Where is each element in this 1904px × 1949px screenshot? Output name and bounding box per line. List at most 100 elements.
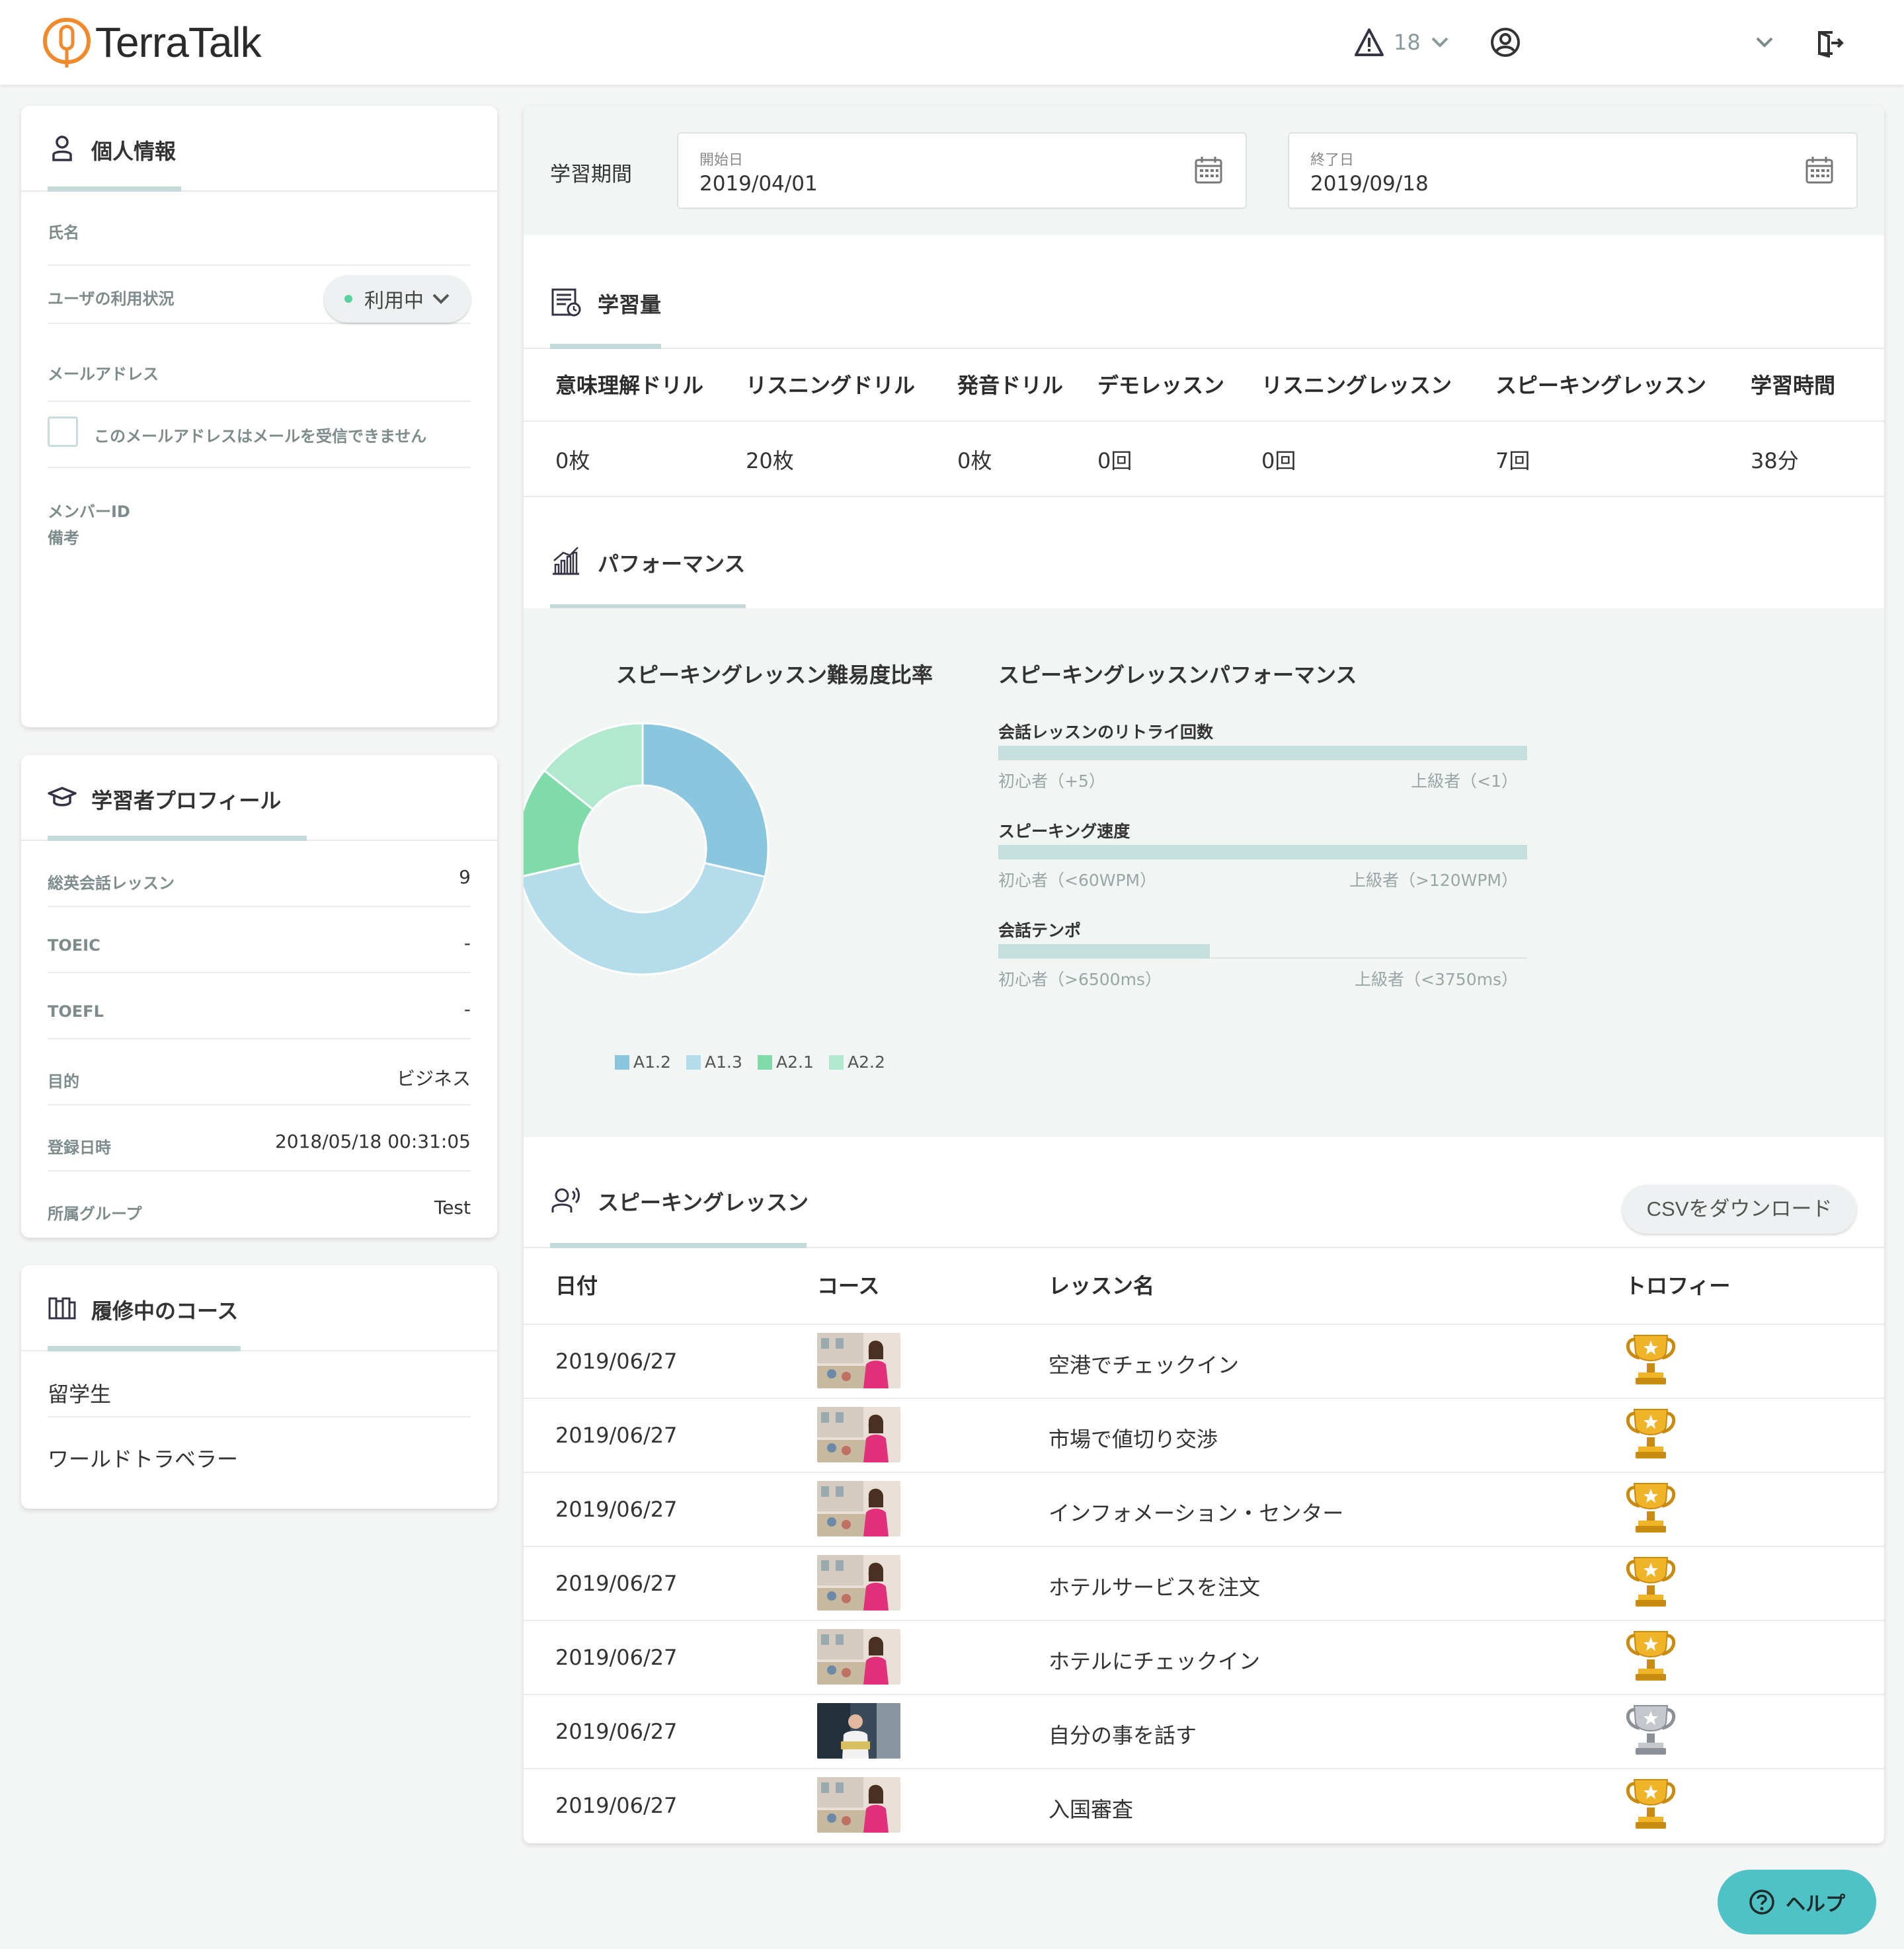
lesson-date: 2019/06/27 xyxy=(555,1571,678,1596)
course-item[interactable]: 留学生 xyxy=(48,1351,471,1417)
gold-trophy-icon xyxy=(1626,1409,1675,1458)
performance-bar-label: スピーキング速度 xyxy=(998,822,1130,841)
personal-info-header: 個人情報 xyxy=(21,106,497,192)
donut-slice-A1.2[interactable] xyxy=(641,722,770,879)
volume-column-header: リスニングレッスン xyxy=(1261,373,1452,398)
legend-swatch xyxy=(829,1054,844,1070)
graduation-cap-icon xyxy=(48,787,77,807)
lesson-date: 2019/06/27 xyxy=(555,1793,678,1818)
donut-slice-A1.3[interactable] xyxy=(524,861,767,976)
warning-icon xyxy=(1355,28,1384,56)
learning-volume-header: 学習量 xyxy=(524,257,1884,349)
csv-download-button[interactable]: CSVをダウンロード xyxy=(1622,1185,1856,1234)
profile-row-value: 9 xyxy=(459,866,471,888)
study-period-label: 学習期間 xyxy=(550,163,632,186)
traveler-course-thumbnail xyxy=(817,1407,900,1462)
volume-column-header: 学習時間 xyxy=(1751,373,1836,398)
lesson-column-header: コース xyxy=(817,1273,880,1298)
row-divider xyxy=(524,420,1884,422)
lesson-row[interactable]: 2019/06/27 ホテルサービスを注文 xyxy=(524,1547,1884,1621)
performance-bar-label: 会話レッスンのリトライ回数 xyxy=(998,723,1214,742)
speaking-lessons-title: スピーキングレッスン xyxy=(598,1190,809,1215)
profile-row-label: TOEIC xyxy=(48,936,100,955)
speaking-performance-title: スピーキングレッスンパフォーマンス xyxy=(998,662,1357,688)
volume-value: 0枚 xyxy=(957,448,992,473)
lesson-date: 2019/06/27 xyxy=(555,1349,678,1374)
legend-item: A2.1 xyxy=(758,1053,814,1072)
end-date-field[interactable]: 終了日 2019/09/18 xyxy=(1288,132,1858,209)
status-label: ユーザの利用状況 xyxy=(48,290,175,308)
profile-row-value: - xyxy=(463,998,471,1020)
legend-swatch xyxy=(686,1054,701,1070)
performance-bar-high: 上級者（>120WPM） xyxy=(1349,871,1518,890)
profile-row-value: ビジネス xyxy=(396,1068,471,1090)
legend-label: A2.1 xyxy=(776,1053,814,1072)
performance-bar-fill xyxy=(998,845,1527,859)
title-underline xyxy=(48,186,181,192)
bar-chart-icon xyxy=(553,547,579,575)
lesson-date: 2019/06/27 xyxy=(555,1497,678,1522)
lesson-row[interactable]: 2019/06/27 自分の事を話す xyxy=(524,1695,1884,1769)
gold-trophy-icon xyxy=(1626,1483,1675,1532)
volume-value: 38分 xyxy=(1751,448,1799,473)
profile-row-value: Test xyxy=(434,1197,471,1218)
lesson-date: 2019/06/27 xyxy=(555,1719,678,1744)
lesson-name: 市場で値切り交渉 xyxy=(1049,1427,1218,1452)
user-menu-button[interactable] xyxy=(1490,24,1521,61)
profile-row-label: 総英会話レッスン xyxy=(48,874,175,893)
study-period-bar: 学習期間 開始日 2019/04/01 終了日 2019/09/18 xyxy=(524,106,1884,235)
lesson-name: 自分の事を話す xyxy=(1049,1723,1197,1748)
help-label: ヘルプ xyxy=(1786,1893,1845,1916)
course-name[interactable]: ワールドトラベラー xyxy=(48,1443,238,1473)
lesson-date: 2019/06/27 xyxy=(555,1423,678,1448)
legend-label: A2.2 xyxy=(848,1053,885,1072)
legend-label: A1.2 xyxy=(633,1053,671,1072)
logout-button[interactable] xyxy=(1814,24,1844,61)
business-course-thumbnail xyxy=(817,1703,900,1759)
title-underline xyxy=(550,344,661,349)
performance-bar-high: 上級者（<3750ms） xyxy=(1355,970,1518,989)
silver-trophy-icon xyxy=(1626,1705,1675,1755)
alerts-dropdown[interactable]: 18 xyxy=(1354,24,1450,61)
name-row: 氏名 xyxy=(48,219,471,266)
chevron-down-icon xyxy=(432,294,450,304)
report-icon xyxy=(551,288,581,317)
calendar-icon[interactable] xyxy=(1194,155,1223,185)
performance-header: パフォーマンス xyxy=(524,516,1884,610)
lesson-row[interactable]: 2019/06/27 ホテルにチェックイン xyxy=(524,1621,1884,1695)
email-optout-checkbox[interactable] xyxy=(48,417,78,447)
terratalk-logo[interactable]: TerraTalk xyxy=(41,16,262,69)
end-date-label: 終了日 xyxy=(1310,152,1355,169)
gold-trophy-icon xyxy=(1626,1779,1675,1829)
learner-profile-title: 学習者プロフィール xyxy=(91,788,282,813)
email-label: メールアドレス xyxy=(48,365,159,383)
volume-column-header: 発音ドリル xyxy=(957,373,1064,398)
lesson-row[interactable]: 2019/06/27 入国審査 xyxy=(524,1769,1884,1843)
brand-name: TerraTalk xyxy=(95,19,262,66)
legend-item: A1.3 xyxy=(686,1053,742,1072)
volume-column-header: デモレッスン xyxy=(1097,373,1225,398)
profile-row-label: TOEFL xyxy=(48,1002,104,1021)
lesson-row[interactable]: 2019/06/27 市場で値切り交渉 xyxy=(524,1399,1884,1473)
lesson-row[interactable]: 2019/06/27 インフォメーション・センター xyxy=(524,1473,1884,1547)
status-value: 利用中 xyxy=(364,290,424,313)
account-dropdown[interactable] xyxy=(1755,24,1774,61)
profile-row-label: 目的 xyxy=(48,1072,79,1091)
name-label: 氏名 xyxy=(48,223,79,242)
start-date-value: 2019/04/01 xyxy=(699,172,818,196)
status-dropdown[interactable]: 利用中 xyxy=(324,275,471,323)
legend-swatch xyxy=(615,1054,629,1070)
difficulty-ratio-title: スピーキングレッスン難易度比率 xyxy=(616,662,933,688)
performance-bar-low: 初心者（>6500ms） xyxy=(998,970,1162,989)
status-row: ユーザの利用状況 利用中 xyxy=(48,267,471,324)
calendar-icon[interactable] xyxy=(1805,155,1834,185)
volume-column-header: スピーキングレッスン xyxy=(1495,373,1707,398)
lesson-row[interactable]: 2019/06/27 空港でチェックイン xyxy=(524,1325,1884,1399)
performance-bar-fill xyxy=(998,746,1527,760)
help-button[interactable]: ヘルプ xyxy=(1718,1870,1876,1934)
top-header: TerraTalk 18 xyxy=(0,0,1904,85)
personal-info-card: 個人情報 氏名 ユーザの利用状況 利用中 メールアドレス このメールアドレスはメ… xyxy=(21,106,497,727)
start-date-field[interactable]: 開始日 2019/04/01 xyxy=(677,132,1247,209)
legend-item: A1.2 xyxy=(615,1053,671,1072)
learner-profile-card: 学習者プロフィール 総英会話レッスン 9 TOEIC - TOEFL - 目的 ビジネス 登録日… xyxy=(21,755,497,1238)
